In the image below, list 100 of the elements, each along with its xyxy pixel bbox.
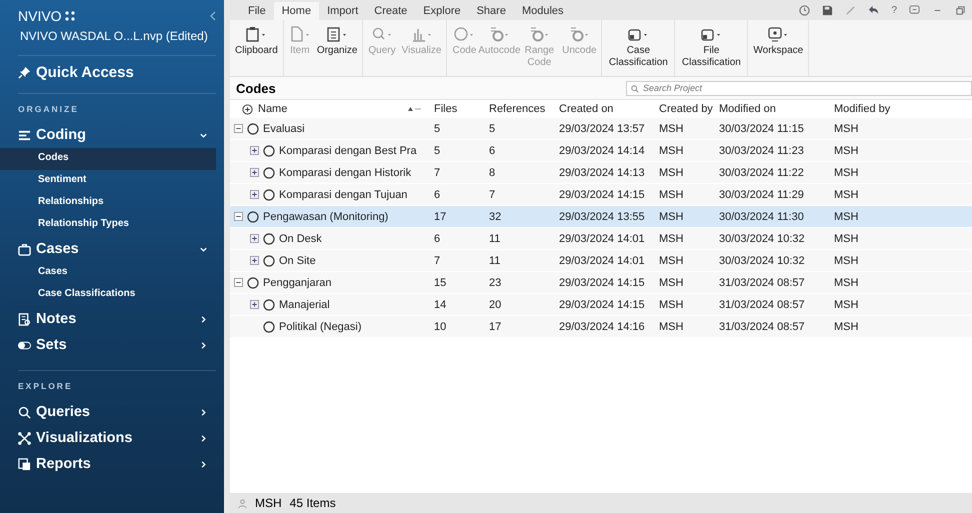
nav-group[interactable]: Reports <box>0 451 216 477</box>
table-cell: MSH <box>659 210 684 222</box>
ribbon-button[interactable]: File Classification <box>677 22 746 74</box>
table-row[interactable]: Manajerial 14 20 29/03/2024 14:15 MSH 31/03/2024 08:57 MSH <box>230 294 972 315</box>
comment-icon[interactable] <box>909 5 920 16</box>
expand-icon[interactable] <box>250 300 259 309</box>
code-name: Manajerial <box>279 298 330 310</box>
ribbon-tab[interactable]: Home <box>274 2 320 20</box>
table-cell: 29/03/2024 14:01 <box>559 232 645 244</box>
table-cell: MSH <box>659 188 684 200</box>
table-row[interactable]: Pengganjaran 15 23 29/03/2024 14:15 MSH 31/03/2024 08:57 MSH <box>230 272 972 293</box>
node-icon <box>263 188 275 200</box>
table-cell: 29/03/2024 14:16 <box>559 320 645 332</box>
nav-item[interactable]: Sentiment <box>0 170 216 192</box>
code-name: Komparasi dengan Best Pra <box>279 144 417 156</box>
save-icon[interactable] <box>822 5 834 16</box>
table-cell: 17 <box>489 320 502 332</box>
table-cell: MSH <box>834 166 858 178</box>
expand-icon[interactable] <box>250 190 259 199</box>
nav-group[interactable]: Queries <box>0 399 216 425</box>
column-header[interactable]: Modified by <box>834 103 890 115</box>
quick-access-link[interactable]: Quick Access <box>0 56 216 81</box>
search-field[interactable]: Search Project <box>626 80 972 96</box>
column-header[interactable]: Name <box>258 103 288 115</box>
ribbon-tab[interactable]: File <box>240 2 274 20</box>
table-cell: MSH <box>834 298 858 310</box>
table-cell: MSH <box>834 188 858 200</box>
table-row[interactable]: On Site 7 11 29/03/2024 14:01 MSH 30/03/2024 10:32 MSH <box>230 250 972 271</box>
node-icon <box>568 26 590 42</box>
sort-icon <box>408 106 422 112</box>
table-row[interactable]: Politikal (Negasi) 10 17 29/03/2024 14:16 MSH 31/03/2024 08:57 MSH <box>230 316 972 337</box>
ribbon-tab[interactable]: Share <box>468 2 514 20</box>
collapse-icon[interactable] <box>234 124 243 133</box>
table-cell: MSH <box>659 320 684 332</box>
table-row[interactable]: On Desk 6 11 29/03/2024 14:01 MSH 30/03/2024 10:32 MSH <box>230 228 972 249</box>
collapse-icon[interactable] <box>234 212 243 221</box>
table-cell: 32 <box>489 210 502 222</box>
table-row[interactable]: Pengawasan (Monitoring) 17 32 29/03/2024 13:55 MSH 30/03/2024 11:30 MSH <box>230 206 972 227</box>
collapse-sidebar-icon[interactable] <box>210 11 216 21</box>
ribbon-tab[interactable]: Modules <box>514 2 572 20</box>
column-header[interactable]: Files <box>434 103 458 115</box>
circle-icon <box>453 26 476 42</box>
nav-item[interactable]: Case Classifications <box>0 284 216 306</box>
project-name: NVIVO WASDAL O...L.nvp (Edited) <box>19 28 209 43</box>
node-icon <box>247 122 259 134</box>
ribbon-button[interactable]: Case Classification <box>604 22 672 74</box>
restore-icon[interactable] <box>955 5 966 16</box>
table-cell: 5 <box>434 122 440 134</box>
column-header[interactable]: Created on <box>559 103 614 115</box>
table-row[interactable]: Komparasi dengan Tujuan 6 7 29/03/2024 14:15 MSH 30/03/2024 11:29 MSH <box>230 184 972 205</box>
expand-icon[interactable] <box>250 234 259 243</box>
node-icon <box>263 320 275 332</box>
code-name: Pengganjaran <box>263 276 332 288</box>
add-icon[interactable] <box>242 104 253 114</box>
table-cell: MSH <box>834 254 858 266</box>
nav-group[interactable]: Visualizations <box>0 425 216 451</box>
nav-group[interactable]: Coding <box>0 122 216 148</box>
column-header[interactable]: References <box>489 103 546 115</box>
ribbon-tab[interactable]: Import <box>319 2 366 20</box>
nav-item[interactable]: Relationships <box>0 192 216 214</box>
code-name: Komparasi dengan Historik <box>279 166 412 178</box>
table-row[interactable]: Komparasi dengan Historik 7 8 29/03/2024 14:13 MSH 30/03/2024 11:22 MSH <box>230 162 972 183</box>
nav-item[interactable]: Cases <box>0 262 216 284</box>
expand-icon[interactable] <box>250 168 259 177</box>
expand-icon[interactable] <box>250 256 259 265</box>
item-count: 45 Items <box>290 496 336 510</box>
table-cell: 30/03/2024 11:29 <box>719 188 804 200</box>
table-cell: 11 <box>489 232 500 244</box>
view-title: Codes <box>235 80 277 96</box>
table-cell: 6 <box>434 188 440 200</box>
nav-item[interactable]: Relationship Types <box>0 214 216 236</box>
table-row[interactable]: Evaluasi 5 5 29/03/2024 13:57 MSH 30/03/2024 11:15 MSH <box>230 118 972 139</box>
table-cell: MSH <box>834 320 858 332</box>
node-icon <box>263 166 275 178</box>
node-icon <box>247 210 259 222</box>
ribbon-button[interactable]: Workspace <box>750 22 806 74</box>
ribbon-button[interactable]: Clipboard <box>232 22 281 74</box>
nav-item[interactable]: Codes <box>0 148 216 170</box>
nav-group[interactable]: Cases <box>0 236 216 262</box>
undo-icon[interactable] <box>868 5 880 16</box>
nav-group[interactable]: Notes <box>0 306 216 332</box>
expand-icon[interactable] <box>250 146 259 155</box>
collapse-icon[interactable] <box>234 278 243 287</box>
column-header[interactable]: Created by <box>659 103 713 115</box>
nav-group[interactable]: Sets <box>0 332 216 358</box>
table-cell: 20 <box>489 298 502 310</box>
node-icon <box>247 276 259 288</box>
table-cell: 29/03/2024 13:57 <box>559 122 645 134</box>
node-icon <box>263 144 275 156</box>
ribbon-tab[interactable]: Explore <box>415 2 469 20</box>
table-cell: 7 <box>489 188 496 200</box>
code-name: Politikal (Negasi) <box>279 320 362 332</box>
help-button[interactable]: ? <box>891 5 897 16</box>
section-heading: ORGANIZE <box>17 103 80 116</box>
table-cell: MSH <box>834 122 858 134</box>
ribbon-tab[interactable]: Create <box>366 2 416 20</box>
ribbon-button[interactable]: Organize <box>314 22 360 74</box>
report-icon <box>18 458 31 470</box>
column-header[interactable]: Modified on <box>719 103 776 115</box>
table-row[interactable]: Komparasi dengan Best Pra 5 6 29/03/2024 14:14 MSH 30/03/2024 11:23 MSH <box>230 140 972 161</box>
